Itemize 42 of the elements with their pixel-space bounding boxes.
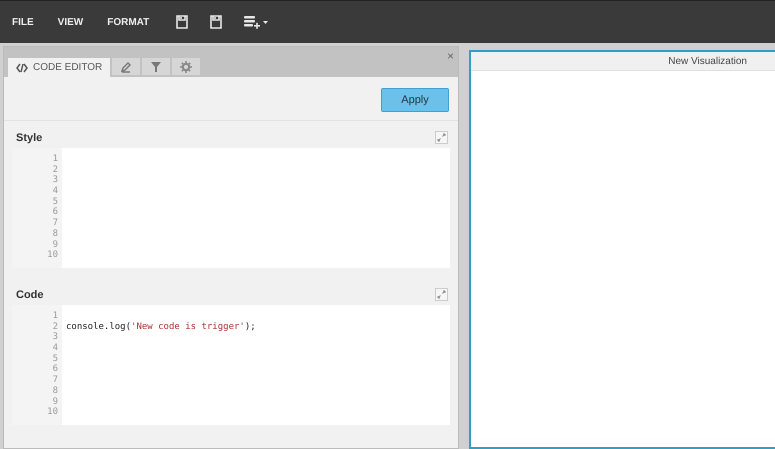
line-number: 1 xyxy=(52,311,58,322)
pencil-tab[interactable] xyxy=(112,58,140,75)
visualization-title: New Visualization xyxy=(668,56,747,66)
line-number: 4 xyxy=(52,186,58,197)
database-add-icon[interactable] xyxy=(243,14,270,30)
filter-tab[interactable] xyxy=(142,58,170,75)
apply-button[interactable]: Apply xyxy=(381,88,449,112)
line-number: 4 xyxy=(52,343,58,354)
line-number: 10 xyxy=(47,250,58,261)
code-line: console.log('New code is trigger'); xyxy=(66,322,256,332)
section-title: Code xyxy=(16,288,44,300)
line-number: 8 xyxy=(52,228,58,240)
code-editor[interactable]: 1 2 3 4 5 6 7 8 9 10 console.log('New code is trigger'); xyxy=(12,305,450,425)
line-number: 5 xyxy=(52,196,58,207)
line-number: 9 xyxy=(52,240,58,250)
line-number: 6 xyxy=(52,207,58,218)
line-number: 9 xyxy=(52,396,58,407)
expand-icon[interactable] xyxy=(435,131,448,144)
line-number: 8 xyxy=(52,386,58,396)
line-number: 7 xyxy=(52,375,58,386)
line-number: 6 xyxy=(52,364,58,376)
save-icon[interactable] xyxy=(175,15,190,29)
pencil-icon xyxy=(120,60,132,72)
gear-tab[interactable] xyxy=(172,58,200,75)
menu-item[interactable]: VIEW xyxy=(50,16,92,28)
line-number: 10 xyxy=(47,407,58,418)
save-icon[interactable] xyxy=(209,15,224,29)
line-number: 2 xyxy=(52,322,58,332)
menu-item[interactable]: FILE xyxy=(4,16,42,28)
menu-item[interactable]: FORMAT xyxy=(99,16,158,28)
line-number: 2 xyxy=(52,164,58,175)
line-number: 3 xyxy=(52,332,58,344)
filter-icon xyxy=(150,60,162,72)
line-number: 5 xyxy=(52,354,58,364)
code-editor-tab[interactable]: CODE EDITOR xyxy=(8,58,110,77)
gear-icon xyxy=(180,60,192,72)
line-number: 1 xyxy=(52,154,58,165)
section-title: Style xyxy=(16,132,42,144)
expand-icon[interactable] xyxy=(435,288,448,301)
line-number: 7 xyxy=(52,218,58,229)
code-icon xyxy=(16,62,28,72)
line-number: 3 xyxy=(52,175,58,186)
